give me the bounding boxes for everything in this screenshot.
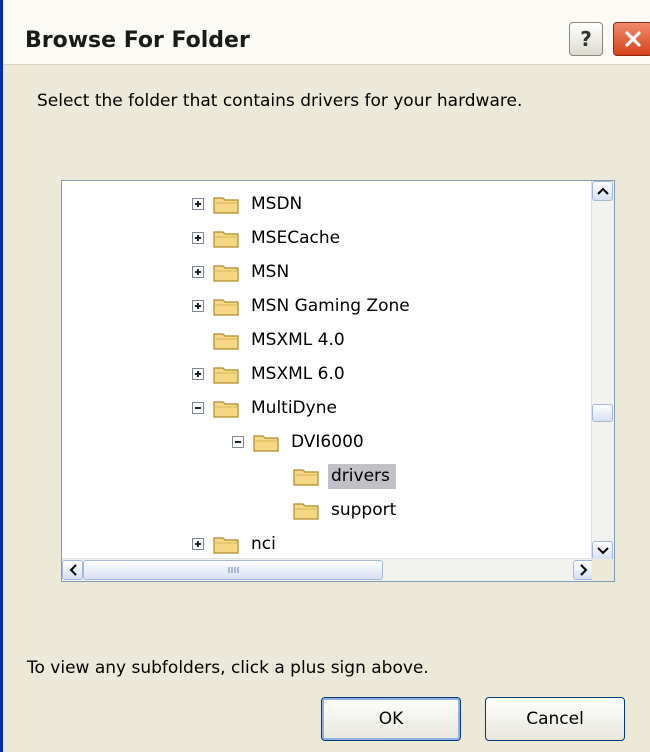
folder-tree-item-label: MSN Gaming Zone [251,295,410,316]
folder-icon [253,435,279,452]
folder-tree-item[interactable]: DVI6000 [232,425,370,459]
folder-tree-item[interactable]: MSECache [192,221,346,255]
minus-box-icon[interactable] [232,436,244,448]
cancel-button[interactable]: Cancel [485,697,625,741]
plus-box-icon[interactable] [192,300,204,312]
folder-icon [213,265,239,282]
browse-for-folder-dialog: Browse For Folder ? Select the folder th… [0,0,650,752]
folder-icon [213,537,239,554]
horizontal-scrollbar[interactable] [62,558,594,581]
folder-icon [213,231,239,248]
plus-box-icon[interactable] [192,232,204,244]
folder-tree-item[interactable]: MSN Gaming Zone [192,289,416,323]
folder-tree-item[interactable]: MSN [192,255,295,289]
chevron-left-icon [69,564,77,576]
folder-tree-item[interactable]: nci [192,527,282,561]
plus-box-icon[interactable] [192,368,204,380]
folder-tree-item-label: MSDN [251,193,303,214]
folder-tree-item[interactable]: MSXML 4.0 [192,323,351,357]
folder-tree-item-label: MultiDyne [251,397,337,418]
folder-icon [213,299,239,316]
folder-tree-item[interactable]: MultiDyne [192,391,343,425]
folder-tree-item[interactable]: MSDN [192,187,308,221]
scroll-right-button[interactable] [573,560,594,580]
folder-tree-item-label: drivers [328,463,396,489]
folder-tree-item[interactable]: drivers [272,459,396,493]
folder-tree-item[interactable]: support [272,493,402,527]
grip-icon [228,567,239,573]
folder-tree-item[interactable]: MSXML 6.0 [192,357,351,391]
scroll-left-button[interactable] [62,560,83,580]
folder-icon [213,367,239,384]
plus-box-icon[interactable] [192,538,204,550]
folder-icon [213,401,239,418]
folder-icon [293,503,319,520]
close-icon [625,31,641,47]
folder-tree-item-label: MSECache [251,227,341,248]
folder-icon [213,333,239,350]
folder-tree-item-label: support [331,499,397,520]
close-button[interactable] [613,22,650,56]
folder-tree-item-label: MSXML 6.0 [251,363,345,384]
folder-icon [213,197,239,214]
chevron-right-icon [579,564,587,576]
vertical-scrollbar[interactable] [591,181,614,561]
help-icon: ? [580,27,592,51]
folder-tree[interactable]: MSDN MSECache MSN MSN Gaming Zone MSXML 4.0 M… [61,180,615,582]
folder-tree-item-label: nci [251,533,276,554]
vertical-scroll-thumb[interactable] [592,403,613,422]
instruction-text: Select the folder that contains drivers … [37,91,523,111]
scroll-corner [592,559,614,581]
ok-button[interactable]: OK [321,697,461,741]
plus-box-icon[interactable] [192,266,204,278]
folder-tree-item-label: DVI6000 [291,431,364,452]
window-title: Browse For Folder [25,28,250,53]
chevron-down-icon [596,547,609,555]
minus-box-icon[interactable] [192,402,204,414]
plus-box-icon[interactable] [192,198,204,210]
scroll-up-button[interactable] [592,181,613,201]
help-button[interactable]: ? [569,22,603,56]
scroll-down-button[interactable] [592,541,613,561]
title-bar[interactable]: Browse For Folder ? [3,0,650,65]
folder-tree-item-label: MSN [251,261,290,282]
horizontal-scroll-thumb[interactable] [83,560,383,580]
folder-icon [293,469,319,486]
folder-tree-item-label: MSXML 4.0 [251,329,345,350]
hint-text: To view any subfolders, click a plus sig… [27,658,429,678]
chevron-up-icon [596,187,609,195]
